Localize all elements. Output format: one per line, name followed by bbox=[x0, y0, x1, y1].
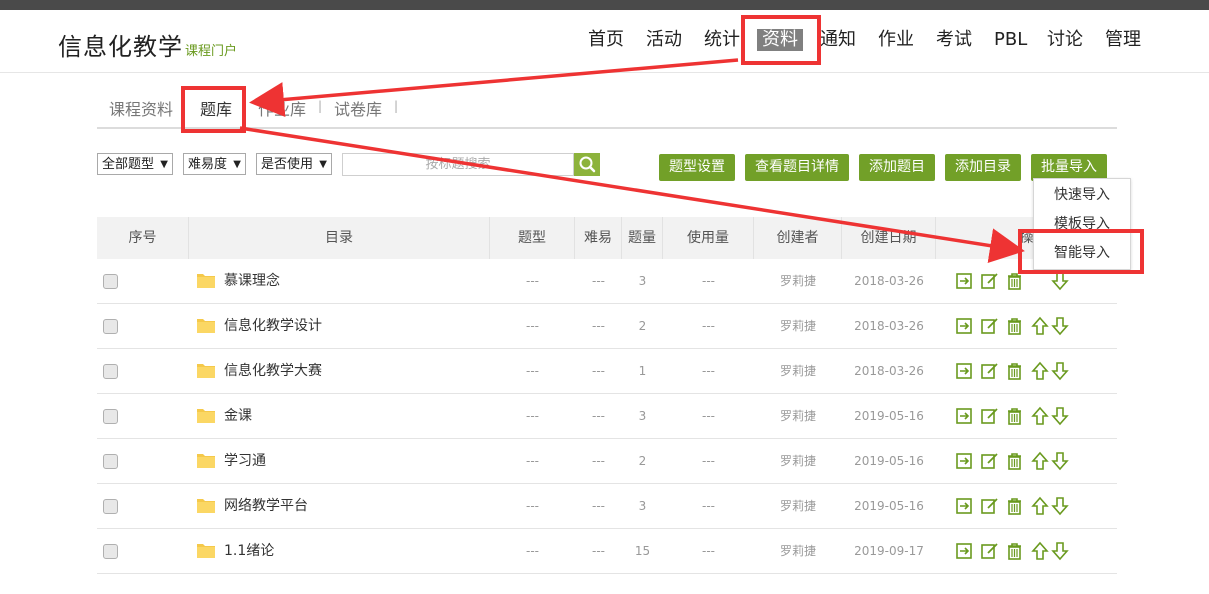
annotation-arrow-to-smart-import bbox=[239, 126, 1025, 263]
annotation-arrow-to-question-bank bbox=[249, 58, 739, 118]
annotation-arrows bbox=[239, 58, 1025, 263]
